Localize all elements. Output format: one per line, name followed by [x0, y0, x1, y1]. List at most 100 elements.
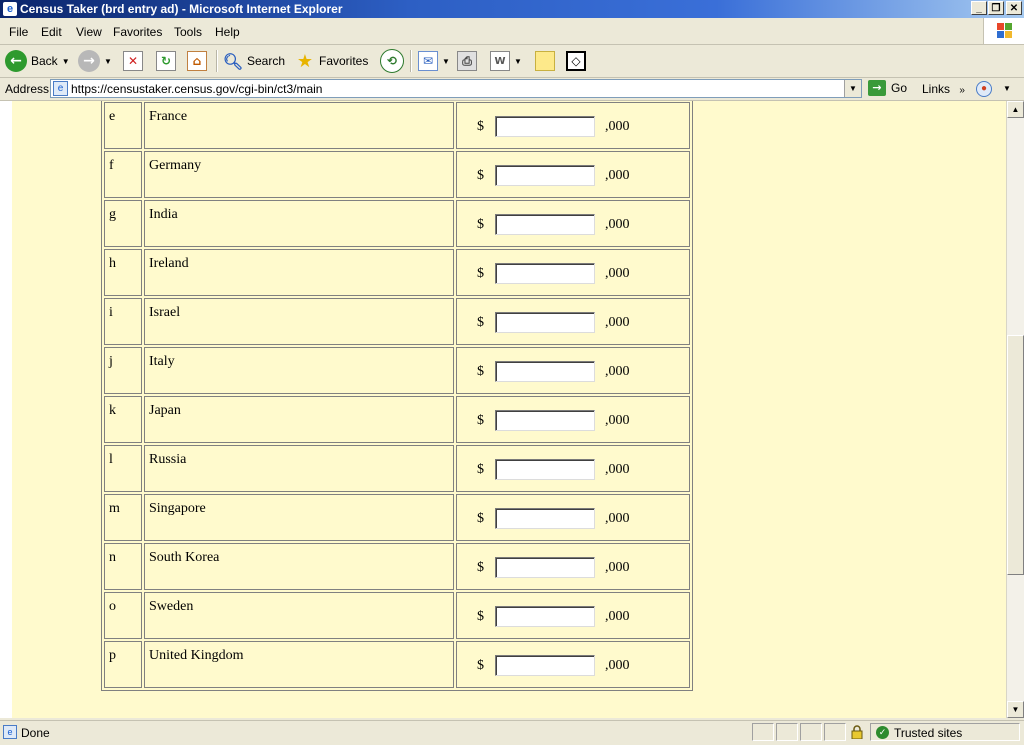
scroll-up-icon[interactable]: ▲ — [1007, 101, 1024, 118]
links-label: Links — [922, 82, 951, 96]
forward-button[interactable]: → ▼ — [78, 49, 112, 73]
amount-input[interactable] — [495, 214, 595, 235]
currency-symbol: $ — [477, 363, 484, 379]
ie-icon: e — [3, 2, 17, 16]
edit-button[interactable]: W ▼ — [490, 49, 522, 73]
close-button[interactable]: ✕ — [1006, 1, 1022, 15]
row-letter: k — [104, 396, 142, 443]
mail-dropdown-icon[interactable]: ▼ — [442, 57, 450, 66]
table-row: l Russia $ ,000 — [104, 445, 690, 492]
thousands-suffix: ,000 — [605, 265, 630, 281]
content-viewport: e France $ ,000 f Germany $ ,000 g India $ ,000 h Ire… — [0, 101, 1006, 718]
amount-cell: $ ,000 — [456, 102, 690, 149]
amount-input[interactable] — [495, 459, 595, 480]
amount-input[interactable] — [495, 606, 595, 627]
currency-symbol: $ — [477, 510, 484, 526]
print-button[interactable]: ⎙ — [457, 49, 477, 73]
discuss-button[interactable] — [535, 49, 555, 73]
mail-button[interactable]: ✉ ▼ — [418, 49, 450, 73]
amount-input[interactable] — [495, 361, 595, 382]
table-row: g India $ ,000 — [104, 200, 690, 247]
forward-arrow-icon: → — [78, 50, 100, 72]
menu-file[interactable]: File — [9, 25, 28, 39]
address-dropdown-icon[interactable]: ▼ — [844, 80, 861, 97]
country-name: Japan — [144, 396, 454, 443]
thousands-suffix: ,000 — [605, 412, 630, 428]
menu-tools[interactable]: Tools — [174, 25, 202, 39]
amount-input[interactable] — [495, 116, 595, 137]
refresh-icon: ↻ — [156, 51, 176, 71]
currency-symbol: $ — [477, 608, 484, 624]
country-name: Israel — [144, 298, 454, 345]
status-cell — [800, 723, 822, 741]
minimize-button[interactable]: _ — [971, 1, 987, 15]
address-bar: Address e https://censustaker.census.gov… — [0, 78, 1024, 101]
currency-symbol: $ — [477, 265, 484, 281]
table-row: j Italy $ ,000 — [104, 347, 690, 394]
thousands-suffix: ,000 — [605, 461, 630, 477]
row-letter: g — [104, 200, 142, 247]
country-name: Singapore — [144, 494, 454, 541]
status-cell — [776, 723, 798, 741]
page-body: e France $ ,000 f Germany $ ,000 g India $ ,000 h Ire… — [0, 101, 1006, 718]
home-button[interactable]: ⌂ — [187, 49, 207, 73]
thousands-suffix: ,000 — [605, 314, 630, 330]
amount-input[interactable] — [495, 312, 595, 333]
search-icon: 🔍︎ — [222, 51, 244, 71]
thousands-suffix: ,000 — [605, 608, 630, 624]
amount-cell: $ ,000 — [456, 543, 690, 590]
amount-cell: $ ,000 — [456, 249, 690, 296]
history-button[interactable]: ⟲ — [380, 49, 404, 73]
table-row: i Israel $ ,000 — [104, 298, 690, 345]
back-button[interactable]: ← Back ▼ — [5, 49, 70, 73]
address-url[interactable]: https://censustaker.census.gov/cgi-bin/c… — [71, 82, 322, 96]
amount-input[interactable] — [495, 165, 595, 186]
scroll-thumb[interactable] — [1007, 335, 1024, 575]
status-bar: e Done ✓ Trusted sites — [0, 720, 1024, 745]
vertical-scrollbar[interactable]: ▲ ▼ — [1006, 101, 1024, 718]
amount-input[interactable] — [495, 508, 595, 529]
amount-input[interactable] — [495, 263, 595, 284]
stop-button[interactable]: ✕ — [123, 49, 143, 73]
research-icon[interactable]: ● — [976, 81, 992, 97]
menu-help[interactable]: Help — [215, 25, 240, 39]
refresh-button[interactable]: ↻ — [156, 49, 176, 73]
currency-symbol: $ — [477, 461, 484, 477]
scroll-down-icon[interactable]: ▼ — [1007, 701, 1024, 718]
favorites-button[interactable]: ★ Favorites — [295, 49, 368, 73]
back-dropdown-icon[interactable]: ▼ — [62, 57, 70, 66]
amount-input[interactable] — [495, 557, 595, 578]
extra-dropdown-icon[interactable]: ▼ — [1003, 84, 1011, 93]
menu-bar: File Edit View Favorites Tools Help — [0, 18, 1024, 45]
title-bar: e Census Taker (brd entry ad) - Microsof… — [0, 0, 1024, 18]
amount-input[interactable] — [495, 410, 595, 431]
restore-button[interactable]: ❐ — [988, 1, 1004, 15]
menu-favorites[interactable]: Favorites — [113, 25, 162, 39]
forward-dropdown-icon[interactable]: ▼ — [104, 57, 112, 66]
word-edit-icon: W — [490, 51, 510, 71]
mail-icon: ✉ — [418, 51, 438, 71]
menu-view[interactable]: View — [76, 25, 102, 39]
country-name: Sweden — [144, 592, 454, 639]
star-icon: ★ — [296, 50, 314, 72]
row-letter: p — [104, 641, 142, 688]
address-label: Address — [5, 82, 50, 96]
menu-edit[interactable]: Edit — [41, 25, 62, 39]
currency-symbol: $ — [477, 412, 484, 428]
go-button[interactable]: → Go — [868, 80, 907, 96]
links-button[interactable]: Links » — [922, 82, 965, 96]
row-letter: m — [104, 494, 142, 541]
currency-symbol: $ — [477, 118, 484, 134]
row-letter: l — [104, 445, 142, 492]
edit-dropdown-icon[interactable]: ▼ — [514, 57, 522, 66]
toolbar-separator — [216, 50, 218, 72]
diamond-icon: ◇ — [566, 51, 586, 71]
amount-input[interactable] — [495, 655, 595, 676]
address-field[interactable]: e https://censustaker.census.gov/cgi-bin… — [50, 79, 862, 98]
row-letter: j — [104, 347, 142, 394]
messenger-button[interactable]: ◇ — [566, 49, 586, 73]
status-text: Done — [21, 726, 50, 740]
search-button[interactable]: 🔍︎ Search — [223, 49, 285, 73]
go-label: Go — [891, 81, 908, 95]
page-done-icon: e — [3, 725, 17, 739]
